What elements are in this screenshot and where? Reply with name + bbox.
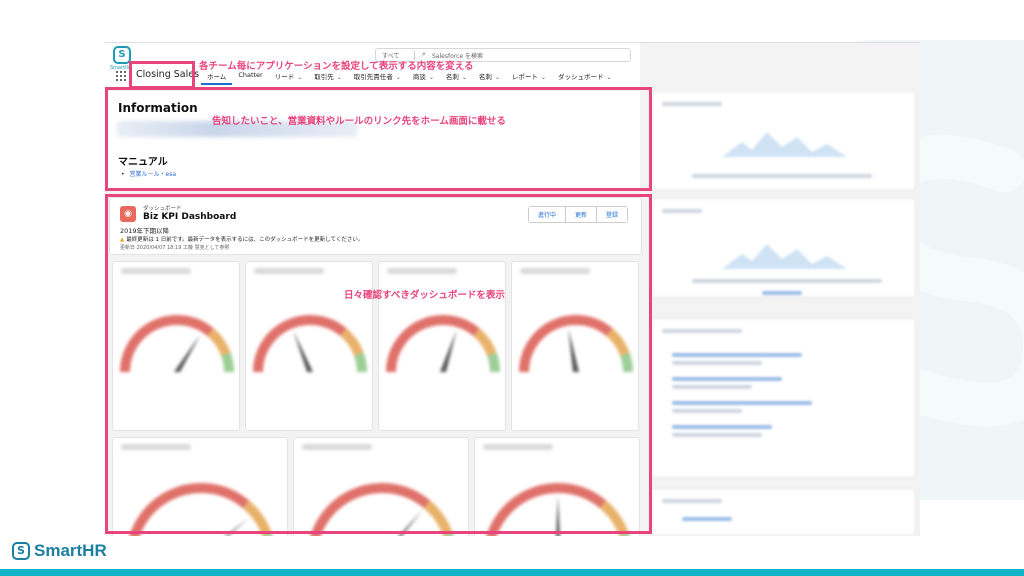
- right-card: [651, 488, 916, 536]
- right-sidebar-blurred: [645, 43, 920, 536]
- footer-bar: [0, 569, 1024, 576]
- nav-tab-label: ホーム: [207, 73, 227, 81]
- chevron-down-icon[interactable]: ⌄: [606, 74, 611, 81]
- nav-tab-label: 取引先: [314, 73, 334, 81]
- app-launcher-icon[interactable]: [116, 71, 126, 81]
- dashboard-highlight: [105, 194, 652, 534]
- nav-tab[interactable]: 取引先責任者 ⌄: [348, 71, 407, 85]
- nav-annotation: 各チーム毎にアプリケーションを設定して表示する内容を変える: [199, 61, 474, 72]
- nav-tab-label: 名刺: [478, 73, 492, 81]
- information-annotation: 告知したいこと、営業資料やルールのリンク先をホーム画面に載せる: [212, 116, 506, 127]
- chevron-down-icon[interactable]: ⌄: [297, 74, 302, 81]
- nav-tab-label: リード: [274, 73, 295, 81]
- nav-tab[interactable]: ホーム: [201, 71, 233, 85]
- chevron-down-icon[interactable]: ⌄: [429, 74, 434, 81]
- nav-tab-label: 取引先責任者: [353, 73, 393, 81]
- right-card: [651, 198, 916, 298]
- nav-tab[interactable]: 商談 ⌄: [407, 71, 440, 85]
- chevron-down-icon[interactable]: ⌄: [396, 74, 401, 81]
- nav-tab[interactable]: レポート ⌄: [506, 71, 552, 85]
- chevron-down-icon[interactable]: ⌄: [541, 74, 546, 81]
- nav-tab[interactable]: 名刺 ⌄: [440, 71, 473, 85]
- app-name-highlight: [129, 61, 195, 89]
- smarthr-wordmark: SmartHR: [34, 541, 107, 560]
- nav-tab[interactable]: ダッシュボード ⌄: [552, 71, 618, 85]
- nav-tab-label: 商談: [412, 73, 426, 81]
- chevron-down-icon[interactable]: ⌄: [495, 74, 500, 81]
- nav-tab-label: ダッシュボード: [557, 73, 604, 81]
- nav-tab[interactable]: 取引先 ⌄: [308, 71, 348, 85]
- smarthr-logo-icon: S: [12, 542, 30, 560]
- nav-tabs: ホーム Chatter リード ⌄ 取引先 ⌄ 取引先責任者 ⌄ 商談 ⌄ 名刺 ⌄ 名刺 ⌄ レポート ⌄ ダ…: [201, 71, 617, 85]
- information-highlight: [105, 87, 652, 191]
- nav-tab-label: レポート: [511, 73, 538, 81]
- nav-tab[interactable]: Chatter: [232, 71, 268, 85]
- nav-tab-label: 名刺: [445, 73, 459, 81]
- dashboard-annotation: 日々確認すべきダッシュボードを表示: [344, 290, 505, 301]
- slide: S Smartllo すべて ⌕ Salesforce を検索 Closing …: [0, 0, 1024, 576]
- nav-tab[interactable]: リード ⌄: [269, 71, 309, 85]
- chevron-down-icon[interactable]: ⌄: [462, 74, 467, 81]
- nav-tab[interactable]: 名刺 ⌄: [473, 71, 506, 85]
- right-list-card: [651, 318, 916, 478]
- nav-tab-label: Chatter: [238, 71, 263, 79]
- smarthr-brand: S SmartHR: [12, 541, 107, 561]
- right-card: [651, 91, 916, 191]
- chevron-down-icon[interactable]: ⌄: [337, 74, 342, 81]
